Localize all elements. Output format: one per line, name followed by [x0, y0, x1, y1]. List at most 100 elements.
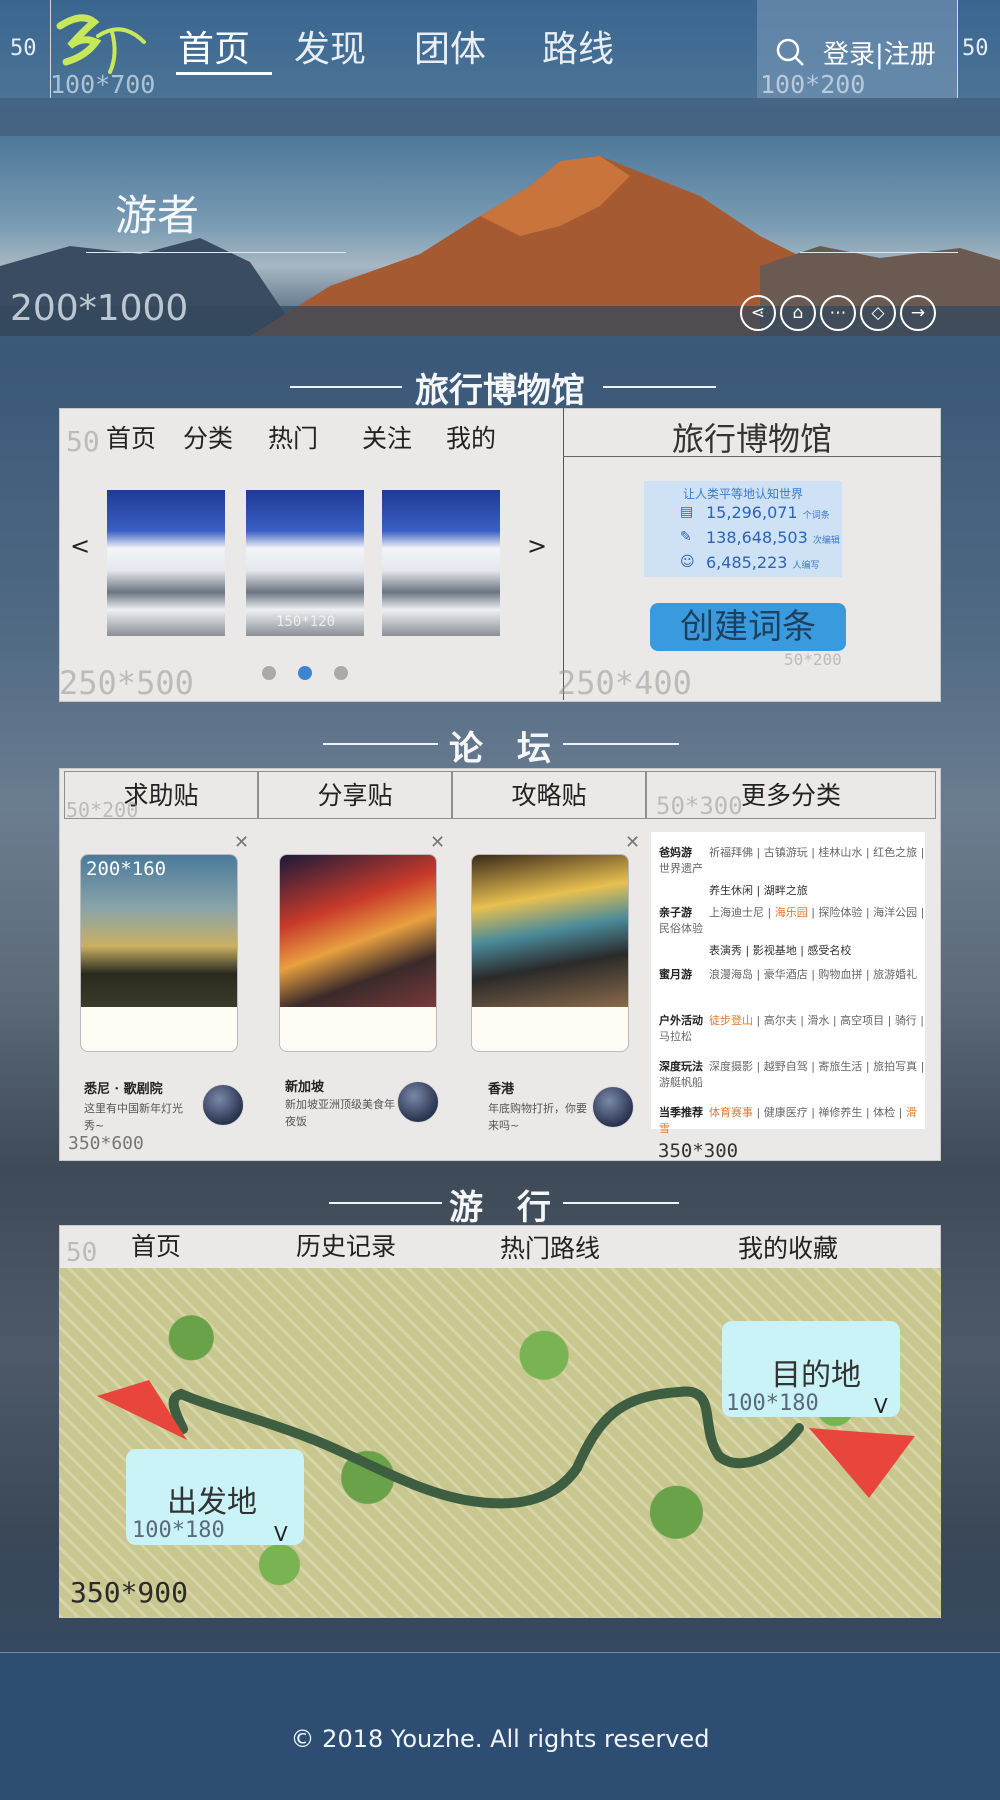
post-image-hongkong	[472, 855, 628, 1007]
travel-section-title: 游 行	[449, 1188, 551, 1228]
carousel-prev-arrow[interactable]: <	[70, 532, 90, 560]
travel-nav-history[interactable]: 历史记录	[296, 1227, 396, 1263]
post-card-singapore[interactable]	[279, 854, 437, 1052]
carousel-dot-3[interactable]	[334, 666, 348, 680]
category-link[interactable]: 骑行	[895, 1014, 917, 1027]
carousel-image-1[interactable]	[107, 490, 225, 636]
category-link[interactable]: 健康医疗	[764, 1106, 808, 1119]
travel-nav-dim-label: 50	[66, 1238, 98, 1268]
category-link[interactable]: 滑水	[807, 1014, 829, 1027]
category-link[interactable]: 禅修养生	[818, 1106, 862, 1119]
post-card-hongkong[interactable]	[471, 854, 629, 1052]
category-link[interactable]: 游艇帆船	[659, 1076, 703, 1089]
category-link[interactable]: 影视基地	[753, 944, 797, 957]
tag-icon[interactable]: ◇	[860, 295, 896, 331]
category-link[interactable]: 越野自驾	[764, 1060, 808, 1073]
museum-nav-home[interactable]: 首页	[106, 419, 156, 455]
category-link[interactable]: 桂林山水	[818, 846, 862, 859]
category-label: 爸妈游	[659, 846, 692, 859]
more-icon[interactable]: ⋯	[820, 295, 856, 331]
carousel-image-3[interactable]	[382, 490, 500, 636]
categories-dim-label: 350*300	[658, 1140, 739, 1162]
tab-share-posts[interactable]: 分享贴	[258, 771, 452, 819]
entries-icon: ▤	[680, 504, 694, 520]
category-link[interactable]: 世界遗产	[659, 862, 703, 875]
museum-nav-mine[interactable]: 我的	[446, 419, 496, 455]
category-link[interactable]: 红色之旅	[873, 846, 917, 859]
close-icon[interactable]: ✕	[234, 832, 249, 853]
logo[interactable]	[52, 6, 152, 76]
post-title-singapore[interactable]: 新加坡	[285, 1076, 324, 1095]
destination-dropdown-icon[interactable]: V	[874, 1394, 888, 1418]
category-link[interactable]: 旅拍写真	[873, 1060, 917, 1073]
category-link[interactable]: 体检	[873, 1106, 895, 1119]
category-items: 浪漫海岛 | 豪华酒店 | 购物血拼 | 旅游婚礼	[709, 968, 918, 981]
posts-dim-label: 350*600	[68, 1133, 144, 1154]
category-link[interactable]: 徒步登山	[709, 1014, 753, 1027]
avatar[interactable]	[202, 1084, 244, 1126]
login-register-link[interactable]: 登录|注册	[823, 34, 936, 71]
category-link[interactable]: 深度摄影	[709, 1060, 753, 1073]
carousel-next-arrow[interactable]: >	[527, 532, 547, 560]
category-link[interactable]: 寄旅生活	[818, 1060, 862, 1073]
create-entry-button[interactable]: 创建词条	[650, 603, 846, 651]
avatar[interactable]	[397, 1081, 439, 1123]
category-link[interactable]: 豪华酒店	[764, 968, 808, 981]
category-link[interactable]: 高尔夫	[764, 1014, 797, 1027]
category-link[interactable]: 感受名校	[807, 944, 851, 957]
category-link[interactable]: 购物血拼	[818, 968, 862, 981]
carousel-dot-2[interactable]	[298, 666, 312, 680]
nav-routes[interactable]: 路线	[542, 20, 614, 72]
category-link[interactable]: 古镇游玩	[764, 846, 808, 859]
category-line-2: 养生休闲 | 湖畔之旅	[709, 884, 808, 897]
start-dim-label: 100*180	[132, 1518, 225, 1543]
users-icon: ☺	[680, 554, 695, 570]
header-right-divider	[957, 0, 958, 98]
category-link[interactable]: 探险体验	[818, 906, 862, 919]
category-link[interactable]: 上海迪士尼	[709, 906, 764, 919]
post-card-sydney[interactable]	[80, 854, 238, 1052]
close-icon[interactable]: ✕	[430, 832, 445, 853]
carousel-dot-1[interactable]	[262, 666, 276, 680]
museum-nav-hot[interactable]: 热门	[268, 419, 318, 455]
home-icon[interactable]: ⌂	[780, 295, 816, 331]
post-title-hongkong[interactable]: 香港	[488, 1078, 514, 1097]
museum-nav-category[interactable]: 分类	[183, 419, 233, 455]
thumb-dim-label: 150*120	[276, 614, 336, 630]
category-link[interactable]: 祈福拜佛	[709, 846, 753, 859]
nav-home[interactable]: 首页	[178, 20, 250, 72]
category-link[interactable]: 旅游婚礼	[873, 968, 917, 981]
nav-groups[interactable]: 团体	[414, 20, 486, 72]
hero-divider-right	[800, 252, 958, 253]
share-icon[interactable]: ⋖	[740, 295, 776, 331]
category-link[interactable]: 体育赛事	[709, 1106, 753, 1119]
travel-nav-hot-routes[interactable]: 热门路线	[500, 1229, 600, 1265]
category-link[interactable]: 养生休闲	[709, 884, 753, 897]
search-icon[interactable]	[776, 38, 804, 66]
category-link[interactable]: 湖畔之旅	[764, 884, 808, 897]
nav-discover[interactable]: 发现	[294, 20, 366, 72]
post-image-singapore	[280, 855, 436, 1007]
travel-nav-favorites[interactable]: 我的收藏	[738, 1229, 838, 1265]
category-link[interactable]: 浪漫海岛	[709, 968, 753, 981]
avatar[interactable]	[592, 1086, 634, 1128]
museum-nav-follow[interactable]: 关注	[362, 419, 412, 455]
copyright-text: © 2018 Youzhe. All rights reserved	[290, 1725, 710, 1753]
login-dim-label: 100*200	[760, 70, 866, 99]
category-link[interactable]: 海洋公园	[873, 906, 917, 919]
stat-entries: 15,296,071 个词条	[706, 503, 830, 522]
post-title-sydney[interactable]: 悉尼 · 歌剧院	[84, 1078, 163, 1097]
start-dropdown-icon[interactable]: V	[274, 1522, 288, 1546]
travel-nav-home[interactable]: 首页	[131, 1227, 181, 1263]
category-link[interactable]: 高空项目	[840, 1014, 884, 1027]
category-link[interactable]: 马拉松	[659, 1030, 692, 1043]
category-row: 亲子游 上海迪士尼 | 海乐园 | 探险体验 | 海洋公园 | 民俗体验 表演秀 |…	[659, 904, 925, 958]
close-icon[interactable]: ✕	[625, 832, 640, 853]
category-link[interactable]: 表演秀	[709, 944, 742, 957]
category-link[interactable]: 海乐园	[775, 906, 808, 919]
museum-section-title: 旅行博物馆	[415, 371, 585, 411]
category-line-2: 表演秀 | 影视基地 | 感受名校	[709, 944, 852, 957]
tab-guide-posts[interactable]: 攻略贴	[452, 771, 646, 819]
arrow-right-icon[interactable]: →	[900, 295, 936, 331]
category-link[interactable]: 民俗体验	[659, 922, 703, 935]
